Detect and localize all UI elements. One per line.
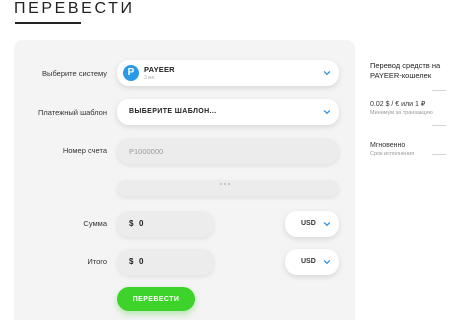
page-title: ПЕРЕВЕСТИ xyxy=(14,0,135,17)
more-dots-icon[interactable] xyxy=(220,183,230,185)
chevron-down-icon xyxy=(323,258,331,266)
total-label: Итого xyxy=(87,257,107,266)
total-value: 0 xyxy=(139,257,144,266)
time-block: Мгновенно Срок исполнения xyxy=(370,142,460,157)
info-title: Перевод средств на PAYEER-кошелек xyxy=(370,61,441,80)
amount-currency-value: USD xyxy=(301,220,316,227)
chevron-down-icon xyxy=(323,69,331,77)
payeer-logo-icon: P xyxy=(123,65,139,81)
time-value: Мгновенно xyxy=(370,142,406,149)
template-select[interactable]: ВЫБЕРИТЕ ШАБЛОН... xyxy=(117,99,339,125)
system-value: PAYEER xyxy=(144,65,175,74)
system-label: Выберите систему xyxy=(42,69,107,78)
amount-field[interactable]: $ 0 xyxy=(117,211,214,237)
account-label: Номер счета xyxy=(62,146,107,155)
template-value: ВЫБЕРИТЕ ШАБЛОН... xyxy=(129,108,217,115)
account-field[interactable] xyxy=(117,138,339,164)
transfer-submit-button[interactable]: ПЕРЕВЕСТИ xyxy=(117,287,195,311)
total-currency-symbol: $ xyxy=(129,257,134,266)
info-divider xyxy=(432,125,446,126)
title-underline xyxy=(15,22,81,24)
amount-currency-select[interactable]: USD xyxy=(285,211,339,237)
fee-block: 0.02 $ / € или 1 ₽ Минимум за транзакцию xyxy=(370,100,460,116)
account-input[interactable] xyxy=(129,138,309,164)
system-select[interactable]: P PAYEER 3 мп. xyxy=(117,60,339,86)
info-divider xyxy=(432,90,446,91)
total-field: $ 0 xyxy=(117,249,214,275)
fee-value: 0.02 $ / € или 1 ₽ xyxy=(370,101,426,108)
info-block: Перевод средств на PAYEER-кошелек xyxy=(370,61,460,81)
chevron-down-icon xyxy=(323,220,331,228)
template-label: Платежный шаблон xyxy=(38,108,107,117)
amount-value[interactable]: 0 xyxy=(139,219,143,228)
amount-label: Сумма xyxy=(83,219,107,228)
time-caption: Срок исполнения xyxy=(370,151,415,157)
total-currency-select[interactable]: USD xyxy=(285,249,339,275)
amount-currency-symbol: $ xyxy=(129,219,134,228)
info-divider xyxy=(432,154,446,155)
chevron-down-icon xyxy=(323,108,331,116)
total-currency-value: USD xyxy=(301,258,316,265)
system-sub: 3 мп. xyxy=(144,75,156,81)
fee-caption: Минимум за транзакцию xyxy=(370,110,433,116)
